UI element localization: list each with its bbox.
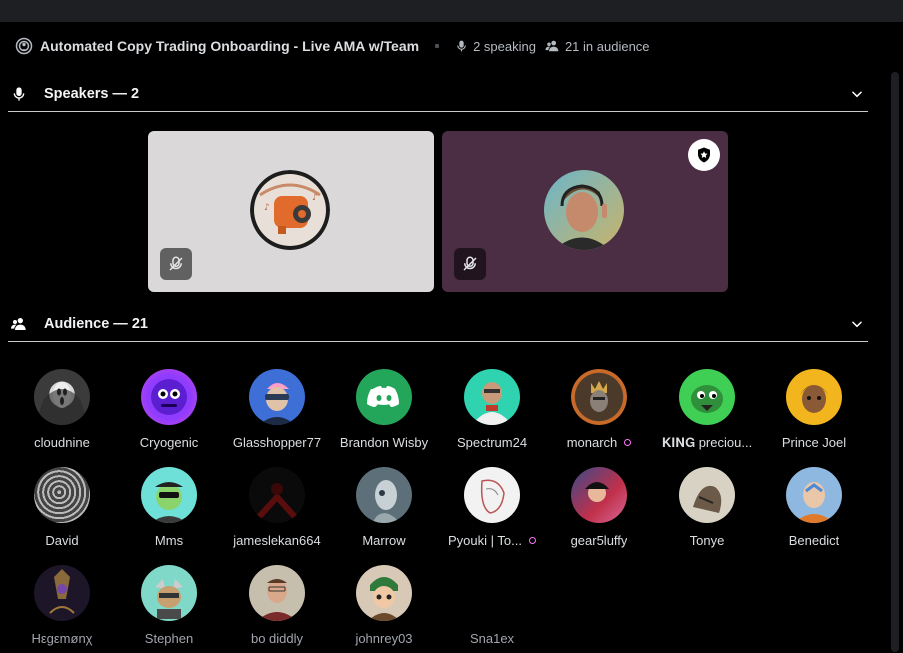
audience-member[interactable]: Stephen — [115, 565, 223, 646]
audience-member[interactable]: Spectrum24 — [438, 369, 546, 450]
audience-section-header[interactable]: Audience — 21 — [8, 307, 868, 342]
chevron-down-icon[interactable] — [848, 85, 866, 103]
audience-member[interactable]: David — [8, 467, 116, 548]
server-boost-icon — [624, 439, 632, 446]
discord-icon — [367, 386, 399, 407]
speaker-tile[interactable] — [442, 131, 728, 292]
audience-member[interactable]: Pyouki | To... — [438, 467, 546, 548]
audience-member[interactable]: gear5luffy — [545, 467, 653, 548]
member-name: Sna1ex — [469, 631, 515, 646]
audience-member[interactable]: 𝐊𝐈𝐍𝐆 preciou... — [653, 369, 761, 451]
avatar — [464, 565, 520, 621]
member-name: Prince Joel — [781, 435, 847, 450]
member-name: Spectrum24 — [456, 435, 528, 450]
audience-member[interactable]: jameslekan664 — [223, 467, 331, 548]
stage-channel-icon — [14, 36, 34, 56]
member-name: gear5luffy — [570, 533, 628, 548]
member-name: Cryogenic — [139, 435, 199, 450]
member-name: Marrow — [362, 533, 406, 548]
audience-member[interactable]: Cryogenic — [115, 369, 223, 450]
window-top-bar — [0, 0, 903, 22]
member-name: Benedict — [788, 533, 840, 548]
avatar — [249, 565, 305, 621]
member-name: Glasshopper77 — [232, 435, 322, 450]
audience-member[interactable]: Sna1ex — [438, 565, 546, 646]
mic-muted-badge — [160, 248, 192, 280]
audience-member[interactable]: Glasshopper77 — [223, 369, 331, 450]
audience-member[interactable]: Hεgεmønχ — [8, 565, 116, 646]
avatar — [356, 467, 412, 523]
member-name: Mms — [154, 533, 184, 548]
avatar — [249, 467, 305, 523]
microphone-icon — [9, 84, 29, 104]
avatar — [141, 565, 197, 621]
stage-title: Automated Copy Trading Onboarding - Live… — [40, 38, 420, 54]
svg-text:♪: ♪ — [264, 203, 270, 213]
audience-member[interactable]: Tonye — [653, 467, 761, 548]
avatar — [356, 565, 412, 621]
speaking-count-text: 2 speaking — [473, 38, 536, 54]
mic-muted-badge — [454, 248, 486, 280]
member-name: Brandon Wisby — [339, 435, 429, 450]
avatar — [34, 369, 90, 425]
audience-member[interactable]: Mms — [115, 467, 223, 548]
chevron-down-icon[interactable] — [848, 315, 866, 333]
member-name: 𝐊𝐈𝐍𝐆 preciou... — [661, 435, 753, 450]
audience-member[interactable]: Prince Joel — [760, 369, 868, 450]
member-name: bo diddly — [250, 631, 304, 646]
avatar — [141, 467, 197, 523]
audience-member[interactable]: cloudnine — [8, 369, 116, 450]
member-name: Tonye — [689, 533, 725, 548]
member-name: monarch — [566, 435, 618, 450]
member-name: cloudnine — [34, 435, 90, 450]
stage-moderator-icon — [698, 147, 710, 163]
audience-member[interactable]: Marrow — [330, 467, 438, 548]
audience-member[interactable]: bo diddly — [223, 565, 331, 646]
audience-member[interactable]: monarch — [545, 369, 653, 450]
microphone-icon — [457, 40, 466, 52]
svg-text:♪: ♪ — [312, 193, 318, 203]
audience-member[interactable]: Brandon Wisby — [330, 369, 438, 450]
avatar — [571, 369, 627, 425]
member-name: jameslekan664 — [233, 533, 321, 548]
avatar — [464, 369, 520, 425]
avatar — [786, 467, 842, 523]
avatar — [356, 369, 412, 425]
speakers-heading: Speakers — 2 — [44, 86, 140, 102]
scrollbar[interactable] — [891, 72, 899, 652]
stage-moderator-badge — [688, 139, 720, 171]
separator-dot — [435, 44, 440, 48]
member-name: David — [45, 533, 79, 548]
stage-header: Automated Copy Trading Onboarding - Live… — [14, 36, 650, 56]
mic-muted-icon — [463, 256, 477, 271]
avatar — [679, 467, 735, 523]
audience-count-text: 21 in audience — [564, 38, 650, 54]
avatar — [34, 467, 90, 523]
people-icon — [9, 314, 29, 334]
server-boost-icon — [528, 537, 536, 544]
avatar — [786, 369, 842, 425]
avatar — [249, 369, 305, 425]
avatar — [464, 467, 520, 523]
member-name: Stephen — [144, 631, 194, 646]
audience-member[interactable]: johnrey03 — [330, 565, 438, 646]
avatar — [571, 467, 627, 523]
member-name: Hεgεmønχ — [31, 631, 93, 646]
audience-heading: Audience — 21 — [44, 316, 148, 332]
audience-count: 21 in audience — [545, 39, 650, 54]
avatar — [34, 565, 90, 621]
audience-member[interactable]: Benedict — [760, 467, 868, 548]
people-icon — [545, 40, 559, 52]
mic-muted-icon — [169, 256, 183, 271]
speakers-section-header[interactable]: Speakers — 2 — [8, 77, 868, 112]
speaker-tile[interactable]: ♪ ♪ — [148, 131, 434, 292]
member-name: johnrey03 — [355, 631, 413, 646]
avatar — [141, 369, 197, 425]
speaking-count: 2 speaking — [455, 39, 536, 54]
avatar — [679, 369, 735, 425]
speaker-avatar: ♪ ♪ — [250, 170, 330, 250]
member-name: Pyouki | To... — [448, 533, 522, 548]
speaker-avatar — [544, 170, 624, 250]
